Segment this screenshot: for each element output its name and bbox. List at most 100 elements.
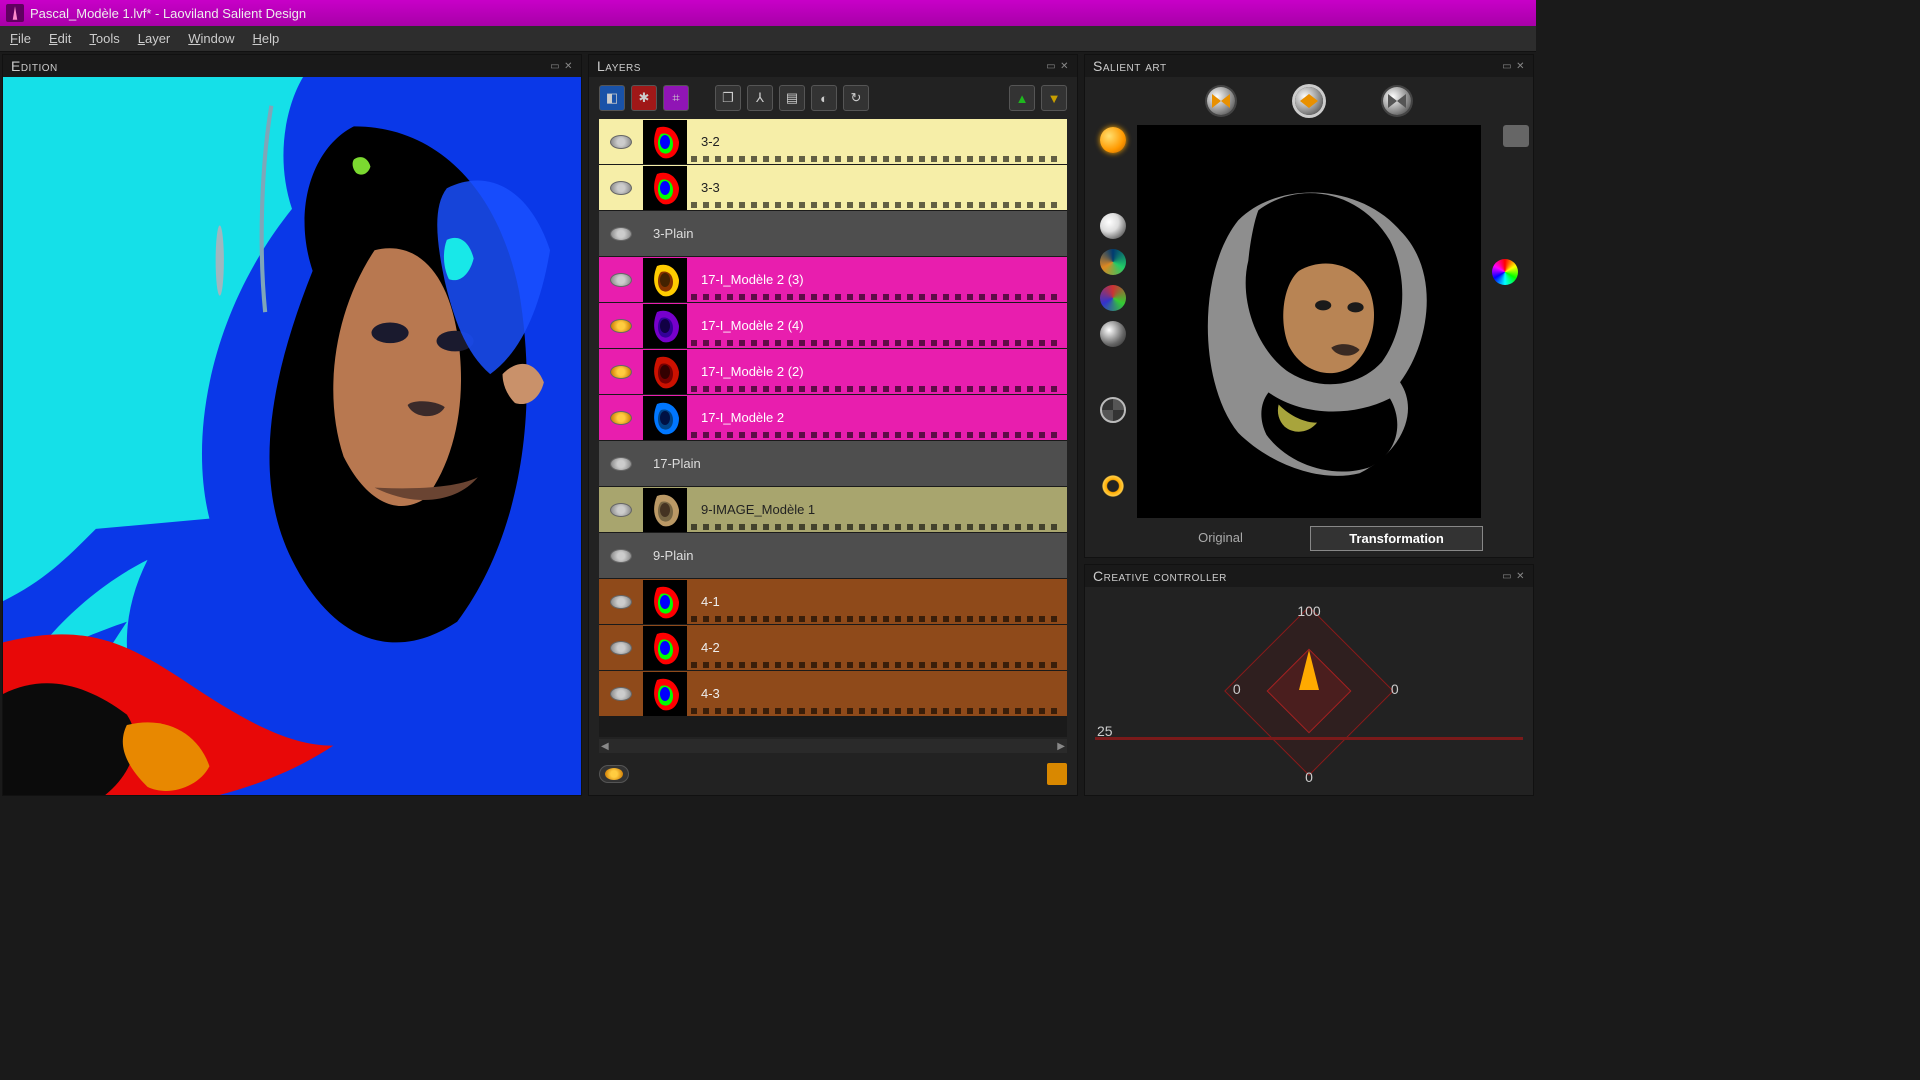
layers-list[interactable]: 3-2 3-3 3-Plain 17-I_Modèle 2 (3) 17-I_M… [599,119,1067,737]
layer-row[interactable]: 17-Plain [599,441,1067,487]
controller-pointer[interactable] [1299,650,1319,690]
layer-thumbnail [643,626,687,670]
salient-mode-c[interactable] [1383,87,1411,115]
salient-save-button[interactable] [1503,125,1529,147]
layer-visibility[interactable] [599,533,643,578]
menu-layer[interactable]: Layer [138,31,171,46]
layers-title: Layers [597,58,641,74]
edition-canvas[interactable] [3,77,581,795]
layer-tool-1[interactable]: ◧ [599,85,625,111]
layer-visibility[interactable] [599,579,643,624]
layer-row[interactable]: 17-I_Modèle 2 (3) [599,257,1067,303]
window-title: Pascal_Modèle 1.lvf* - Laoviland Salient… [30,6,306,21]
layer-visibility[interactable] [599,257,643,302]
salient-tool-gray[interactable] [1100,321,1126,347]
layer-tool-3[interactable]: ⌗ [663,85,689,111]
layer-thumbnail [643,166,687,210]
layer-tool-2[interactable]: ✱ [631,85,657,111]
menu-edit[interactable]: Edit [49,31,71,46]
tab-original[interactable]: Original [1135,526,1306,551]
undock-icon[interactable]: ▭ [1046,61,1056,72]
salient-mode-b[interactable] [1295,87,1323,115]
edition-title: Edition [11,58,58,74]
layer-row[interactable]: 3-3 [599,165,1067,211]
layer-name: 17-I_Modèle 2 [691,410,1067,425]
layer-name: 17-I_Modèle 2 (2) [691,364,1067,379]
undock-icon[interactable]: ▭ [550,61,560,72]
tab-transformation[interactable]: Transformation [1310,526,1483,551]
move-down-button[interactable]: ▼ [1041,85,1067,111]
menu-tools[interactable]: Tools [89,31,119,46]
flatten-button[interactable]: ▤ [779,85,805,111]
delete-layer-button[interactable] [1047,763,1067,785]
controller-slider[interactable] [1095,737,1523,740]
layer-name: 3-2 [691,134,1067,149]
layer-visibility[interactable] [599,625,643,670]
layer-row[interactable]: 4-2 [599,625,1067,671]
layer-row[interactable]: 3-Plain [599,211,1067,257]
layer-visibility[interactable] [599,395,643,440]
layer-visibility[interactable] [599,165,643,210]
scroll-right-icon[interactable]: ▶ [1057,741,1065,752]
layer-name: 3-Plain [643,226,1067,241]
salient-tool-grid[interactable] [1100,397,1126,423]
layer-thumbnail [643,258,687,302]
layer-row[interactable]: 17-I_Modèle 2 (4) [599,303,1067,349]
layers-hscroll[interactable]: ◀ ▶ [599,739,1067,753]
layer-visibility[interactable] [599,441,643,486]
fx-button[interactable]: ◐ [811,85,837,111]
salient-tool-sun[interactable] [1100,127,1126,153]
layer-visibility[interactable] [599,211,643,256]
layer-visibility[interactable] [599,119,643,164]
layer-visibility[interactable] [599,349,643,394]
undock-icon[interactable]: ▭ [1502,61,1512,72]
layer-visibility[interactable] [599,671,643,716]
layer-thumbnail [643,120,687,164]
merge-button[interactable]: ⅄ [747,85,773,111]
reload-button[interactable]: ↻ [843,85,869,111]
salient-preview[interactable] [1137,125,1481,518]
menu-help[interactable]: Help [253,31,280,46]
move-up-button[interactable]: ▲ [1009,85,1035,111]
layer-row[interactable]: 17-I_Modèle 2 [599,395,1067,441]
salient-tool-ring[interactable] [1100,473,1126,499]
salient-tool-star[interactable] [1100,213,1126,239]
close-icon[interactable]: ✕ [1516,61,1525,72]
close-icon[interactable]: ✕ [1516,571,1525,582]
layer-row[interactable]: 17-I_Modèle 2 (2) [599,349,1067,395]
layer-thumbnail [643,396,687,440]
close-icon[interactable]: ✕ [1060,61,1069,72]
controller-left-value: 0 [1233,681,1241,697]
layer-visibility[interactable] [599,487,643,532]
menubar: File Edit Tools Layer Window Help [0,26,1536,52]
layer-row[interactable]: 3-2 [599,119,1067,165]
filmstrip-icon [691,432,1063,438]
close-icon[interactable]: ✕ [564,61,573,72]
layer-name: 4-1 [691,594,1067,609]
layer-thumbnail [643,304,687,348]
layer-row[interactable]: 9-IMAGE_Modèle 1 [599,487,1067,533]
controller-slider-value: 25 [1097,723,1113,739]
layers-panel: Layers ▭ ✕ ◧ ✱ ⌗ ❐ ⅄ ▤ ◐ ↻ ▲ ▼ 3-2 3-3 [588,54,1078,796]
creative-panel: Creative controller ▭ ✕ 100 0 0 0 25 [1084,564,1534,796]
layer-row[interactable]: 9-Plain [599,533,1067,579]
titlebar: Pascal_Modèle 1.lvf* - Laoviland Salient… [0,0,1536,26]
salient-tool-tricolor[interactable] [1100,249,1126,275]
layer-visibility[interactable] [599,303,643,348]
undock-icon[interactable]: ▭ [1502,571,1512,582]
salient-mode-a[interactable] [1207,87,1235,115]
controller-top-value: 100 [1297,603,1320,619]
layer-visibility-toggle[interactable] [599,765,629,783]
scroll-left-icon[interactable]: ◀ [601,741,609,752]
layer-thumbnail [643,580,687,624]
layer-row[interactable]: 4-1 [599,579,1067,625]
creative-controller[interactable]: 100 0 0 0 25 [1085,587,1533,795]
salient-tool-multi[interactable] [1100,285,1126,311]
menu-window[interactable]: Window [188,31,234,46]
layer-row[interactable]: 4-3 [599,671,1067,717]
menu-file[interactable]: File [10,31,31,46]
salient-panel: Salient art ▭ ✕ [1084,54,1534,558]
layer-name: 9-Plain [643,548,1067,563]
color-wheel-icon[interactable] [1492,259,1518,285]
duplicate-button[interactable]: ❐ [715,85,741,111]
